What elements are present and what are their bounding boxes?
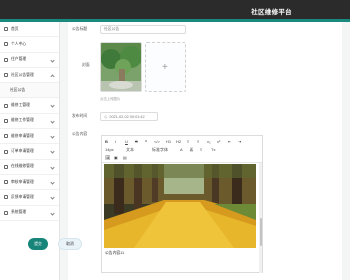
font-size-select[interactable]: 14px — [105, 147, 114, 152]
notice-icon — [4, 73, 8, 78]
superscript-button[interactable]: x² — [217, 139, 220, 144]
sidebar-item-order[interactable]: 订单申请管理 — [0, 144, 59, 160]
main-content: 公告标题 社区公告 封面 + 点击上传图片 发布时间 ◷ 2021-02-02 … — [60, 22, 350, 280]
chevron-down-icon — [50, 119, 55, 124]
image-button[interactable]: 🖼 — [105, 155, 110, 160]
title-input[interactable]: 社区公告 — [100, 25, 186, 34]
system-icon — [4, 210, 8, 215]
quote-button[interactable]: ❝ — [145, 139, 147, 144]
order-icon — [4, 149, 8, 154]
outdent-button[interactable]: ⇤ — [228, 139, 231, 144]
cover-label: 封面 — [82, 63, 90, 67]
sidebar-item-label: 首页 — [11, 26, 19, 31]
cover-image-thumbnail[interactable] — [100, 42, 142, 92]
rich-text-editor[interactable]: B I U S ❝ </> H1 H2 ≡ ≡ x₂ x² ⇤ ⇥ 14px 文… — [101, 135, 263, 273]
chevron-down-icon — [50, 195, 55, 200]
sidebar-subitem-notice[interactable]: 社区公告 — [0, 83, 59, 99]
sidebar-item-label: 维修申请管理 — [11, 133, 34, 138]
content-label: 公告内容 — [72, 132, 88, 136]
sidebar-item-label: 社区公告管理 — [11, 72, 34, 77]
chevron-down-icon — [50, 165, 55, 170]
sidebar-item-feedback[interactable]: 反馈申请管理 — [0, 190, 59, 206]
scrollbar-thumb[interactable] — [259, 218, 262, 246]
subscript-button[interactable]: x₂ — [207, 139, 211, 144]
plus-icon: + — [162, 62, 168, 73]
sidebar-item-label: 在线维修管理 — [11, 164, 34, 169]
editor-toolbar: B I U S ❝ </> H1 H2 ≡ ≡ x₂ x² ⇤ ⇥ 14px 文… — [102, 136, 262, 163]
sidebar-item-notice-manage[interactable]: 社区公告管理 — [0, 68, 59, 84]
sidebar-item-residents[interactable]: 住户管理 — [0, 53, 59, 68]
background-color-button[interactable]: A — [190, 147, 193, 152]
chevron-down-icon — [50, 57, 55, 63]
user-icon — [4, 42, 8, 47]
video-button[interactable]: ▣ — [114, 155, 118, 160]
sidebar-item-label: 订单申请管理 — [11, 149, 34, 154]
audit-icon — [4, 180, 8, 185]
publish-time-picker[interactable]: ◷ 2021-02-02 00:01:42 — [100, 112, 158, 121]
work-icon — [4, 118, 8, 123]
sidebar-item-label: 住户管理 — [11, 57, 27, 62]
sidebar-item-label: 反馈申请管理 — [11, 194, 34, 199]
title-input-value: 社区公告 — [104, 27, 120, 31]
bold-button[interactable]: B — [105, 139, 108, 144]
worker-icon — [4, 103, 8, 108]
sidebar-item-work[interactable]: 维修工作管理 — [0, 114, 59, 130]
sidebar-item-apply[interactable]: 维修申请管理 — [0, 129, 59, 145]
indent-button[interactable]: ⇥ — [238, 139, 241, 144]
align-button[interactable]: ≡ — [200, 147, 202, 152]
font-color-button[interactable]: A — [180, 147, 183, 152]
sidebar-item-label: 个人中心 — [11, 41, 27, 46]
sidebar-item-label: 审核申请管理 — [11, 179, 34, 184]
chevron-down-icon — [50, 134, 55, 139]
code-button[interactable]: </> — [154, 139, 160, 144]
cancel-button[interactable]: 取消 — [58, 238, 82, 250]
font-family-select[interactable]: 标准字体 — [152, 147, 168, 153]
notice-form: 公告标题 社区公告 封面 + 点击上传图片 发布时间 ◷ 2021-02-02 … — [68, 22, 342, 280]
home-icon — [4, 27, 8, 32]
chevron-up-icon — [50, 74, 55, 79]
feedback-icon — [4, 195, 8, 200]
app-title: 社区维修平台 — [251, 9, 292, 16]
users-icon — [4, 57, 8, 62]
clock-icon: ◷ — [104, 115, 108, 119]
chevron-down-icon — [50, 103, 55, 109]
sidebar-item-label: 社区公告 — [10, 87, 26, 92]
clear-format-button[interactable]: Tx — [211, 147, 215, 152]
chevron-down-icon — [50, 180, 55, 185]
ordered-list-button[interactable]: ≡ — [187, 139, 189, 144]
sidebar-item-online-repair[interactable]: 在线维修管理 — [0, 160, 59, 175]
table-button[interactable]: ▤ — [123, 155, 127, 160]
bullet-list-button[interactable]: ≡ — [197, 139, 199, 144]
title-label: 公告标题 — [72, 27, 88, 31]
sidebar-item-label: 维修工作管理 — [11, 118, 34, 123]
editor-inserted-image — [104, 164, 256, 248]
editor-scrollbar[interactable] — [259, 163, 262, 273]
sidebar-item-profile[interactable]: 个人中心 — [0, 37, 59, 53]
strike-button[interactable]: S — [135, 139, 138, 144]
apply-icon — [4, 134, 8, 139]
italic-button[interactable]: I — [115, 139, 116, 144]
submit-button[interactable]: 提交 — [28, 238, 48, 250]
repair-icon — [4, 164, 8, 169]
h1-button[interactable]: H1 — [166, 139, 171, 144]
text-format-select[interactable]: 文本 — [126, 147, 134, 153]
upload-hint: 点击上传图片 — [100, 97, 121, 101]
sidebar-item-label: 系统管理 — [11, 210, 27, 215]
top-bar: 社区维修平台 — [0, 0, 350, 22]
editor-content-text: 公告内容11 — [105, 251, 125, 255]
sidebar-item-home[interactable]: 首页 — [0, 22, 59, 38]
sidebar-item-audit[interactable]: 审核申请管理 — [0, 175, 59, 191]
sidebar-item-system[interactable]: 系统管理 — [0, 206, 59, 221]
cover-image — [101, 43, 141, 91]
underline-button[interactable]: U — [125, 139, 128, 144]
h2-button[interactable]: H2 — [176, 139, 181, 144]
sidebar-item-worker[interactable]: 维修工管理 — [0, 98, 59, 114]
chevron-down-icon — [50, 210, 55, 216]
upload-add-button[interactable]: + — [145, 42, 186, 92]
publish-time-value: 2021-02-02 00:01:42 — [109, 114, 145, 119]
autumn-path-image — [104, 164, 256, 248]
sidebar-item-label: 维修工管理 — [11, 103, 30, 108]
chevron-down-icon — [50, 149, 55, 154]
time-label: 发布时间 — [72, 114, 88, 118]
